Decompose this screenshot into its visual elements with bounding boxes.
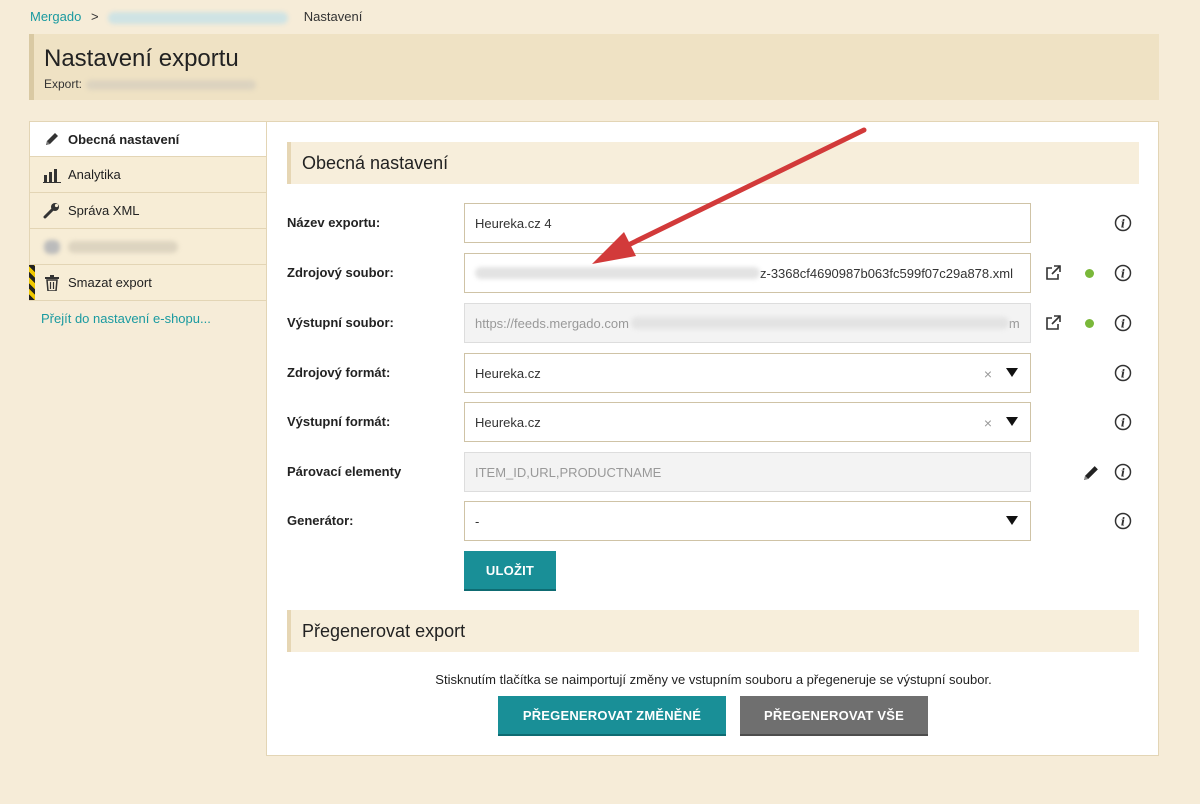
export-label: Export: [44,77,83,91]
output-url-blurred [630,317,1009,329]
breadcrumb-separator: > [90,9,99,24]
row-output-format: Výstupní formát: Heureka.cz × i [287,402,1139,442]
status-ok-dot [1085,319,1094,328]
clear-icon[interactable]: × [984,415,992,431]
output-url-tail: m [1008,315,1020,331]
row-export-name: Název exportu: Heureka.cz 4 i [287,203,1139,243]
status-ok-dot [1085,269,1094,278]
dropdown-caret-icon[interactable] [1006,417,1018,426]
page-title: Nastavení exportu [44,45,239,72]
save-button[interactable]: ULOŽIT [464,551,556,591]
field-label: Zdrojový formát: [287,365,391,380]
generator-select[interactable]: - [464,501,1031,541]
breadcrumb-home-link[interactable]: Mergado [30,9,81,24]
selected-value: - [475,513,480,529]
svg-text:i: i [1121,417,1125,430]
selected-value: Heureka.cz [475,365,541,381]
sidebar-item-blurred[interactable] [29,229,267,265]
source-file-input[interactable]: z-3368cf4690987b063fc599f07c29a878.xml [464,253,1031,293]
info-icon[interactable]: i [1114,512,1132,530]
info-icon[interactable]: i [1114,214,1132,232]
dropdown-caret-icon[interactable] [1006,516,1018,525]
field-label: Zdrojový soubor: [287,265,394,280]
sidebar-item-label-blurred [68,240,178,253]
svg-text:i: i [1121,268,1125,281]
output-url-head: https://feeds.mergado.com [475,315,629,331]
info-icon[interactable]: i [1114,314,1132,332]
sidebar: Obecná nastavení Analytika Správa XML Sm… [29,121,267,326]
bar-chart-icon [42,165,62,185]
source-format-select[interactable]: Heureka.cz × [464,353,1031,393]
main-panel: Obecná nastavení Název exportu: Heureka.… [266,121,1159,756]
row-pairing-elements: Párovací elementy ITEM_ID,URL,PRODUCTNAM… [287,452,1139,492]
clear-icon[interactable]: × [984,366,992,382]
field-label: Výstupní formát: [287,414,391,429]
sidebar-item-label: Smazat export [68,275,152,290]
regenerate-all-button[interactable]: PŘEGENEROVAT VŠE [740,696,928,736]
dropdown-caret-icon[interactable] [1006,368,1018,377]
svg-text:i: i [1121,218,1125,231]
svg-text:i: i [1121,318,1125,331]
pencil-icon [42,129,62,149]
source-url-tail: z-3368cf4690987b063fc599f07c29a878.xml [760,265,1013,281]
sidebar-item-xml[interactable]: Správa XML [29,193,267,229]
svg-text:i: i [1121,516,1125,529]
pairing-elements-input[interactable]: ITEM_ID,URL,PRODUCTNAME [464,452,1031,492]
section-general-title: Obecná nastavení [287,142,1139,184]
row-source-file: Zdrojový soubor: z-3368cf4690987b063fc59… [287,253,1139,293]
row-source-format: Zdrojový formát: Heureka.cz × i [287,353,1139,393]
sidebar-item-delete-export[interactable]: Smazat export [29,265,267,301]
export-subtitle: Export: [44,77,257,91]
field-label: Výstupní soubor: [287,315,394,330]
sidebar-item-label: Analytika [68,167,121,182]
regenerate-changed-button[interactable]: PŘEGENEROVAT ZMĚNĚNÉ [498,696,726,736]
export-name-input[interactable]: Heureka.cz 4 [464,203,1031,243]
external-link-icon[interactable] [1045,315,1061,331]
sidebar-item-label: Obecná nastavení [68,131,180,147]
row-generator: Generátor: - i [287,501,1139,541]
regenerate-note: Stisknutím tlačítka se naimportují změny… [435,672,992,687]
info-icon[interactable]: i [1114,264,1132,282]
svg-text:i: i [1121,467,1125,480]
sidebar-item-general[interactable]: Obecná nastavení [29,121,267,157]
trash-icon [42,273,62,293]
sidebar-item-analytics[interactable]: Analytika [29,157,267,193]
blurred-icon [42,237,62,257]
output-file-input[interactable]: https://feeds.mergado.com m [464,303,1031,343]
breadcrumb-current: Nastavení [303,9,363,24]
info-icon[interactable]: i [1114,413,1132,431]
selected-value: Heureka.cz [475,414,541,430]
section-regenerate-title: Přegenerovat export [287,610,1139,652]
wrench-icon [42,201,62,221]
field-label: Párovací elementy [287,464,402,479]
svg-text:i: i [1121,368,1125,381]
eshop-settings-link[interactable]: Přejít do nastavení e-shopu... [41,311,267,326]
info-icon[interactable]: i [1114,364,1132,382]
field-label: Generátor: [287,513,354,528]
row-output-file: Výstupní soubor: https://feeds.mergado.c… [287,303,1139,343]
output-format-select[interactable]: Heureka.cz × [464,402,1031,442]
info-icon[interactable]: i [1114,463,1132,481]
external-link-icon[interactable] [1045,265,1061,281]
export-name-blurred [86,79,257,90]
source-url-blurred [475,267,760,279]
sidebar-item-label: Správa XML [68,203,140,218]
page-header: Nastavení exportu Export: [29,34,1159,100]
breadcrumb: Mergado > Nastavení [30,9,362,24]
breadcrumb-blurred-item[interactable] [108,11,289,24]
edit-pencil-icon[interactable] [1083,464,1100,481]
field-label: Název exportu: [287,215,381,230]
